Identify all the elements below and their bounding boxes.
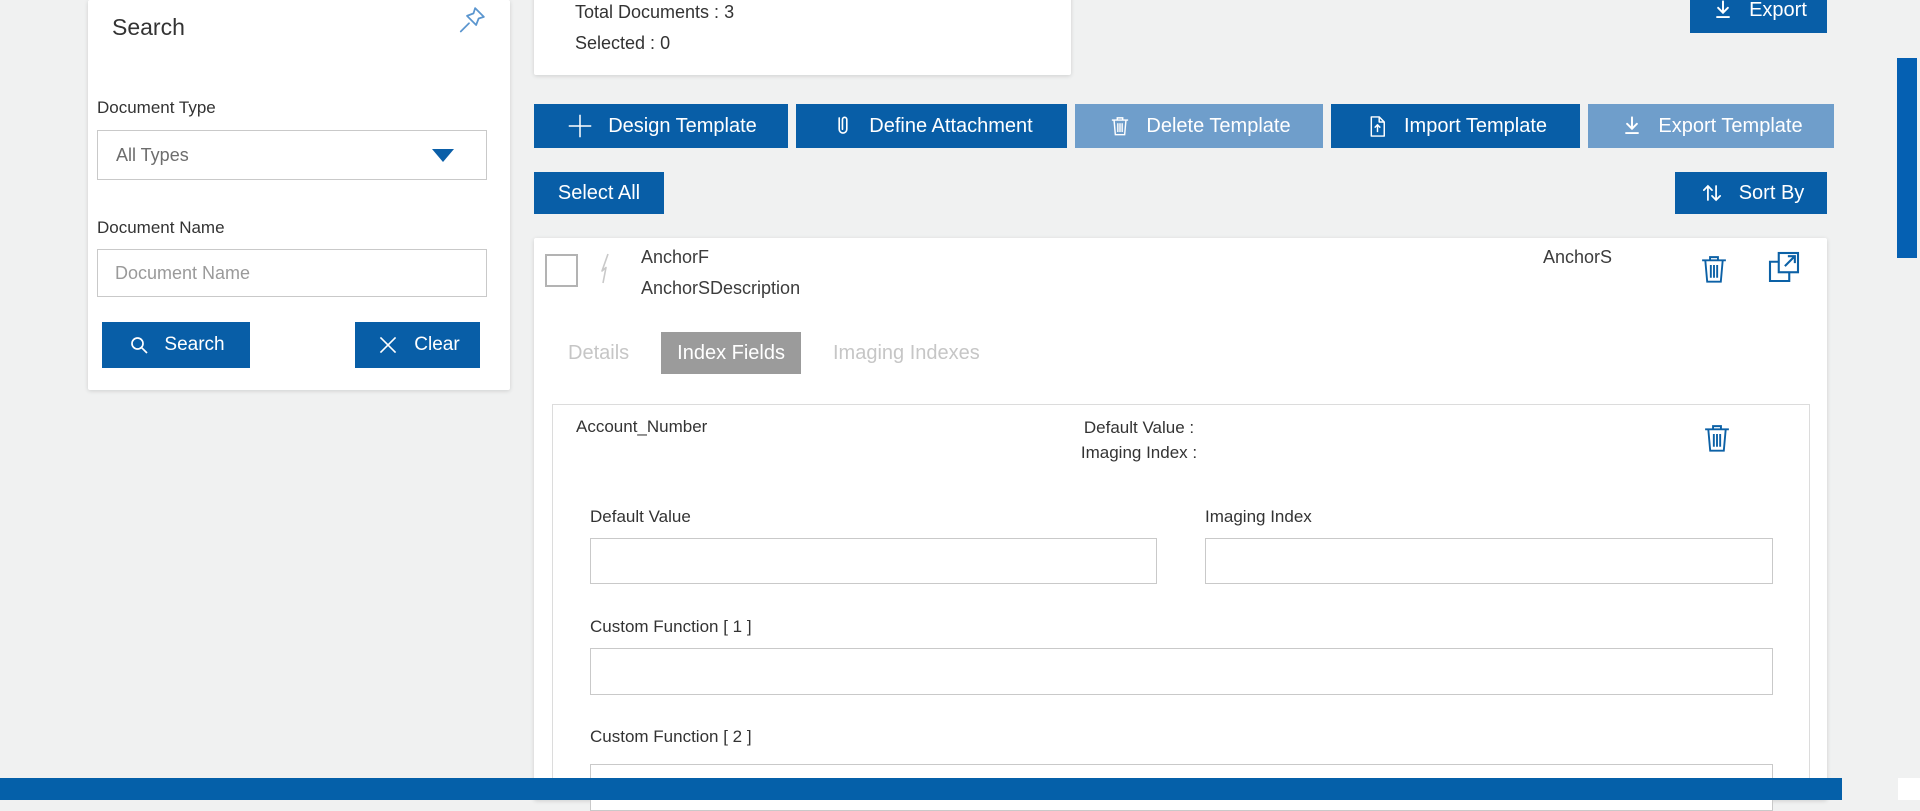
sort-arrows-icon xyxy=(1702,184,1721,202)
export-template-label: Export Template xyxy=(1658,114,1803,137)
clear-button[interactable]: Clear xyxy=(355,322,480,368)
vertical-scrollbar-thumb[interactable] xyxy=(1897,58,1917,258)
document-type-value: All Types xyxy=(116,144,189,165)
document-type-select[interactable]: All Types xyxy=(97,130,487,180)
lightning-icon xyxy=(596,252,612,301)
trash-icon xyxy=(1112,117,1129,136)
search-button-label: Search xyxy=(164,334,225,355)
clear-button-label: Clear xyxy=(414,334,460,355)
close-icon xyxy=(380,336,397,354)
export-button[interactable]: Export xyxy=(1690,0,1827,33)
select-all-button[interactable]: Select All xyxy=(534,172,664,214)
pin-icon[interactable] xyxy=(456,4,488,38)
select-all-label: Select All xyxy=(557,181,641,204)
default-value-label: Default Value xyxy=(590,507,691,526)
sort-by-button[interactable]: Sort By xyxy=(1675,172,1827,214)
app-root: Search Document Type All Types Document … xyxy=(0,0,1920,811)
open-document-button[interactable] xyxy=(1762,246,1806,290)
import-template-button[interactable]: Import Template xyxy=(1331,104,1580,148)
document-name-input[interactable] xyxy=(97,249,487,297)
document-type-label: Document Type xyxy=(97,98,216,117)
delete-template-button[interactable]: Delete Template xyxy=(1075,104,1323,148)
open-in-new-icon xyxy=(1768,251,1800,283)
document-name-label: Document Name xyxy=(97,218,225,237)
chevron-down-icon xyxy=(432,148,454,162)
custom-function-1-label: Custom Function [ 1 ] xyxy=(590,617,752,636)
document-checkbox[interactable] xyxy=(545,254,578,287)
download-icon xyxy=(1625,116,1640,135)
export-template-button[interactable]: Export Template xyxy=(1588,104,1834,148)
design-template-label: Design Template xyxy=(608,114,757,137)
plus-icon xyxy=(568,114,592,138)
documents-summary: Total Documents :3 Selected :0 xyxy=(534,0,1071,75)
import-file-icon xyxy=(1370,115,1385,137)
index-field-summary: Default Value : Imaging Index : xyxy=(1019,415,1259,465)
search-panel: Search Document Type All Types Document … xyxy=(88,0,510,390)
footer-bar xyxy=(0,778,1842,800)
document-name: AnchorF xyxy=(641,247,710,267)
download-icon xyxy=(1716,0,1731,19)
document-tabs: Details Index Fields Imaging Indexes xyxy=(552,332,996,374)
index-field-panel: Account_Number Default Value : Imaging I… xyxy=(552,404,1810,811)
custom-function-2-label: Custom Function [ 2 ] xyxy=(590,727,752,746)
imaging-index-input[interactable] xyxy=(1205,538,1773,584)
delete-template-label: Delete Template xyxy=(1146,114,1291,137)
tab-index-fields[interactable]: Index Fields xyxy=(661,332,801,374)
document-description: AnchorSDescription xyxy=(641,278,801,298)
tab-details[interactable]: Details xyxy=(552,332,645,374)
trash-icon xyxy=(1702,256,1726,283)
search-button[interactable]: Search xyxy=(102,322,250,368)
total-documents: Total Documents :3 xyxy=(575,2,735,22)
document-type-value: AnchorS xyxy=(1543,247,1613,267)
search-panel-title: Search xyxy=(112,14,185,40)
sort-by-label: Sort By xyxy=(1738,181,1805,204)
tab-imaging-indexes[interactable]: Imaging Indexes xyxy=(817,332,996,374)
imaging-index-label: Imaging Index xyxy=(1205,507,1312,526)
custom-function-1-input[interactable] xyxy=(590,648,1773,695)
trash-icon xyxy=(1705,425,1729,452)
default-value-input[interactable] xyxy=(590,538,1157,584)
default-value-display: Default Value : xyxy=(1083,418,1195,437)
scrollbar-corner xyxy=(1898,778,1920,800)
imaging-index-display: Imaging Index : xyxy=(1080,443,1198,462)
index-field-name: Account_Number xyxy=(576,417,708,436)
delete-document-button[interactable] xyxy=(1694,249,1734,291)
export-button-label: Export xyxy=(1749,0,1807,21)
document-card: AnchorF AnchorSDescription AnchorS Detai… xyxy=(534,238,1827,811)
define-attachment-label: Define Attachment xyxy=(869,114,1033,137)
paperclip-icon xyxy=(838,116,848,134)
search-icon xyxy=(131,337,148,354)
delete-index-field-button[interactable] xyxy=(1697,417,1737,461)
selected-count: Selected :0 xyxy=(575,33,671,53)
define-attachment-button[interactable]: Define Attachment xyxy=(796,104,1067,148)
design-template-button[interactable]: Design Template xyxy=(534,104,788,148)
import-template-label: Import Template xyxy=(1403,114,1548,137)
